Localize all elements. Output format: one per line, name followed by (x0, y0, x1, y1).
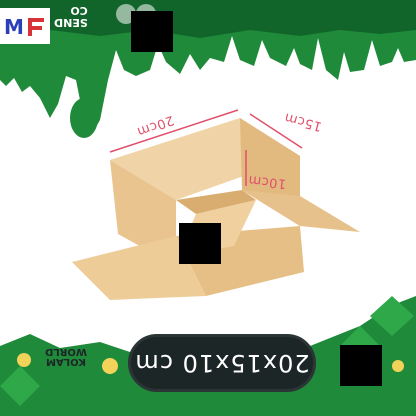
redaction-mask-center (179, 223, 221, 264)
size-badge-text: 20x15x10 cm (134, 349, 310, 377)
redaction-mask-top (131, 11, 173, 52)
size-badge: 20x15x10 cm (128, 334, 316, 392)
brand-bottom-line1: KOLAM (46, 356, 86, 367)
brand-logo-bottom: KOLAM WORLD (38, 346, 94, 367)
product-photo: M SEND CO 20cm 15cm 10cm KOLAM WORLD 20x… (0, 0, 416, 416)
brand-bottom-line2: WORLD (45, 346, 87, 357)
redaction-mask-bottom-right (340, 345, 382, 386)
